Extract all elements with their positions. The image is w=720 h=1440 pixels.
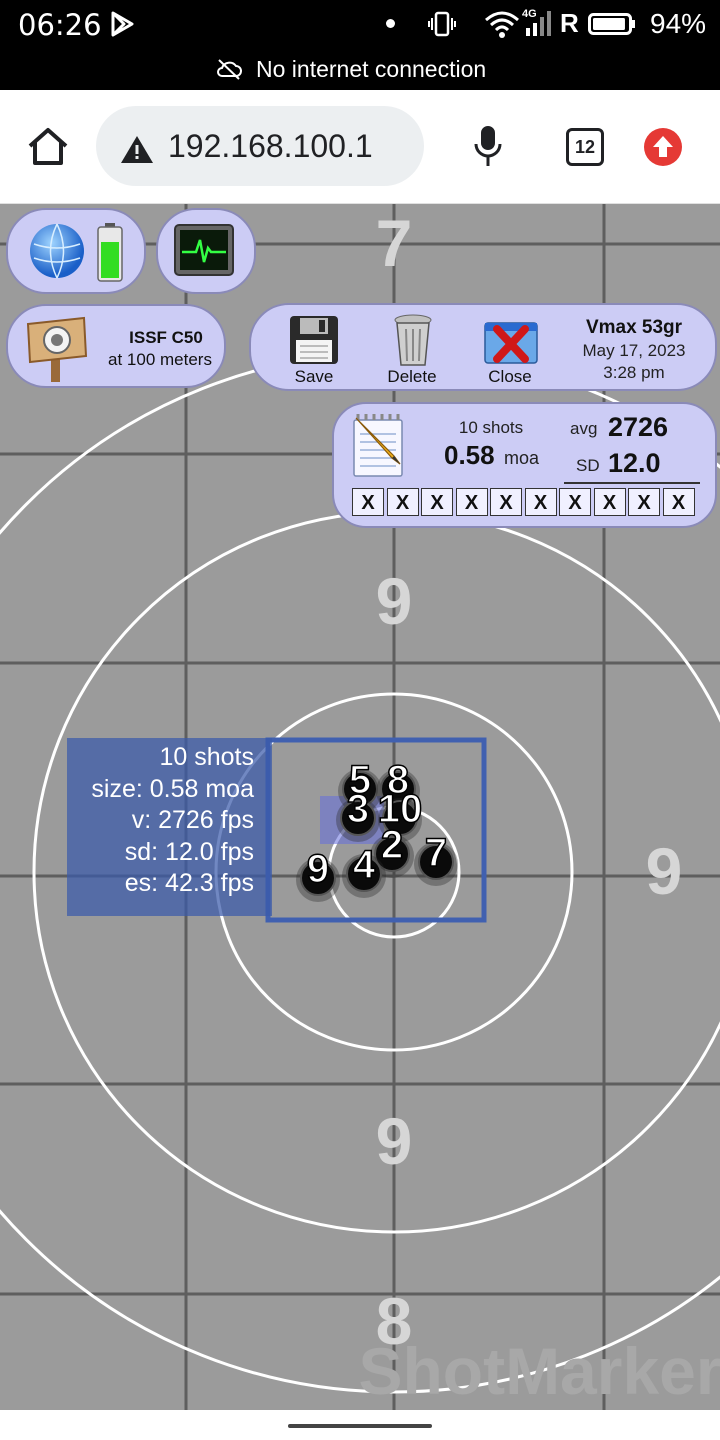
notification-dot-icon — [386, 19, 395, 28]
string-time: 3:28 pm — [603, 363, 665, 382]
tab-switcher-button[interactable]: 12 — [566, 128, 604, 166]
warning-icon[interactable] — [120, 134, 154, 164]
navigation-bar — [0, 1410, 720, 1440]
string-date: May 17, 2023 — [582, 341, 686, 360]
shot-mark-7[interactable]: X — [559, 488, 591, 516]
trash-can-icon — [394, 314, 432, 366]
shot-mark-4[interactable]: X — [455, 488, 488, 516]
close-button[interactable]: Close — [475, 313, 545, 389]
shot-mark-9[interactable]: X — [628, 488, 660, 516]
watermark: ShotMarker — [358, 1334, 720, 1408]
shot-number: 2 — [381, 823, 403, 867]
target-select-button[interactable]: ISSF C50 at 100 meters — [6, 304, 226, 388]
shot-mark-8[interactable]: X — [593, 488, 626, 516]
target-distance: at 100 meters — [108, 350, 212, 369]
notepad-pencil-icon — [353, 414, 403, 477]
status-time: 06:26 — [18, 8, 102, 42]
ring-label: 7 — [376, 206, 413, 280]
stats-divider — [564, 482, 700, 484]
shot-number: 4 — [353, 843, 376, 887]
stats-avg-value: 2726 — [608, 412, 669, 442]
group-es: es: 42.3 fps — [124, 869, 254, 897]
stats-moa-unit: moa — [504, 448, 540, 468]
home-icon[interactable] — [26, 126, 70, 166]
vibrate-icon — [428, 11, 456, 37]
shot-number: 3 — [347, 787, 369, 831]
target-sign-icon — [26, 316, 88, 382]
group-size: size: 0.58 moa — [91, 774, 254, 803]
shot-mark-3[interactable]: X — [421, 488, 453, 516]
shot-marks-row: X X X X X X X X X X — [352, 488, 697, 518]
battery-icon — [588, 13, 635, 35]
wifi-icon — [485, 11, 519, 38]
group-shot-count: 10 shots — [159, 743, 254, 771]
group-velocity: v: 2726 fps — [131, 806, 254, 834]
monitor-button[interactable] — [156, 208, 256, 294]
battery-percent: 94% — [650, 8, 707, 39]
shot-number: 9 — [307, 847, 329, 891]
stats-shot-count: 10 shots — [458, 418, 524, 437]
save-label: Save — [294, 367, 334, 386]
string-actions-bar: Save Delete Close Vmax 53gr May 17, 2023… — [249, 303, 717, 391]
ring-label: 9 — [646, 834, 683, 908]
stats-avg-label: avg — [570, 419, 598, 438]
stats-sd-label: SD — [576, 456, 600, 475]
shot-mark-5[interactable]: X — [490, 488, 522, 516]
cell-signal-icon — [526, 11, 551, 36]
arrow-up-icon — [653, 136, 673, 157]
address-bar-url[interactable]: 192.168.100.1 — [168, 128, 373, 165]
delete-button[interactable]: Delete — [377, 313, 447, 389]
close-window-icon — [484, 322, 538, 364]
shot-number: 7 — [425, 831, 447, 875]
close-label: Close — [488, 367, 532, 386]
group-info-box: 10 shots size: 0.58 moa v: 2726 fps sd: … — [67, 738, 272, 916]
roaming-indicator: R — [560, 8, 579, 38]
ring-label: 9 — [376, 1104, 413, 1178]
stats-sd-value: 12.0 — [608, 448, 661, 478]
shot-mark-2[interactable]: X — [386, 488, 419, 516]
target-name: ISSF C50 — [129, 328, 203, 347]
microphone-icon[interactable] — [472, 124, 504, 168]
globe-icon — [30, 223, 84, 279]
gesture-handle[interactable] — [288, 1424, 432, 1428]
delete-label: Delete — [387, 367, 437, 386]
status-bar: 06:26 4G R 94% No internet connection — [0, 0, 720, 90]
ring-label: 9 — [376, 564, 413, 638]
floppy-disk-icon — [290, 316, 338, 364]
play-store-icon — [111, 11, 134, 37]
update-button[interactable] — [644, 128, 682, 166]
shot-mark-10[interactable]: X — [662, 488, 695, 516]
save-button[interactable]: Save — [279, 313, 349, 389]
ammo-name: Vmax 53gr — [585, 317, 683, 338]
shot-mark-1[interactable]: X — [352, 488, 384, 516]
connection-status-button[interactable] — [6, 208, 146, 294]
string-stats-panel[interactable]: 10 shots 0.58 moa avg 2726 SD 12.0 X X X… — [332, 402, 717, 528]
cloud-off-icon — [217, 59, 242, 80]
shot-mark-6[interactable]: X — [524, 488, 557, 516]
stats-group-size: 0.58 — [444, 440, 495, 470]
heartbeat-monitor-icon — [174, 224, 234, 276]
network-notice: No internet connection — [256, 56, 487, 82]
shot-hole[interactable]: 9 — [296, 846, 340, 902]
battery-level-icon — [97, 223, 123, 282]
browser-toolbar: 192.168.100.1 12 — [0, 90, 720, 204]
group-sd: sd: 12.0 fps — [124, 837, 254, 866]
